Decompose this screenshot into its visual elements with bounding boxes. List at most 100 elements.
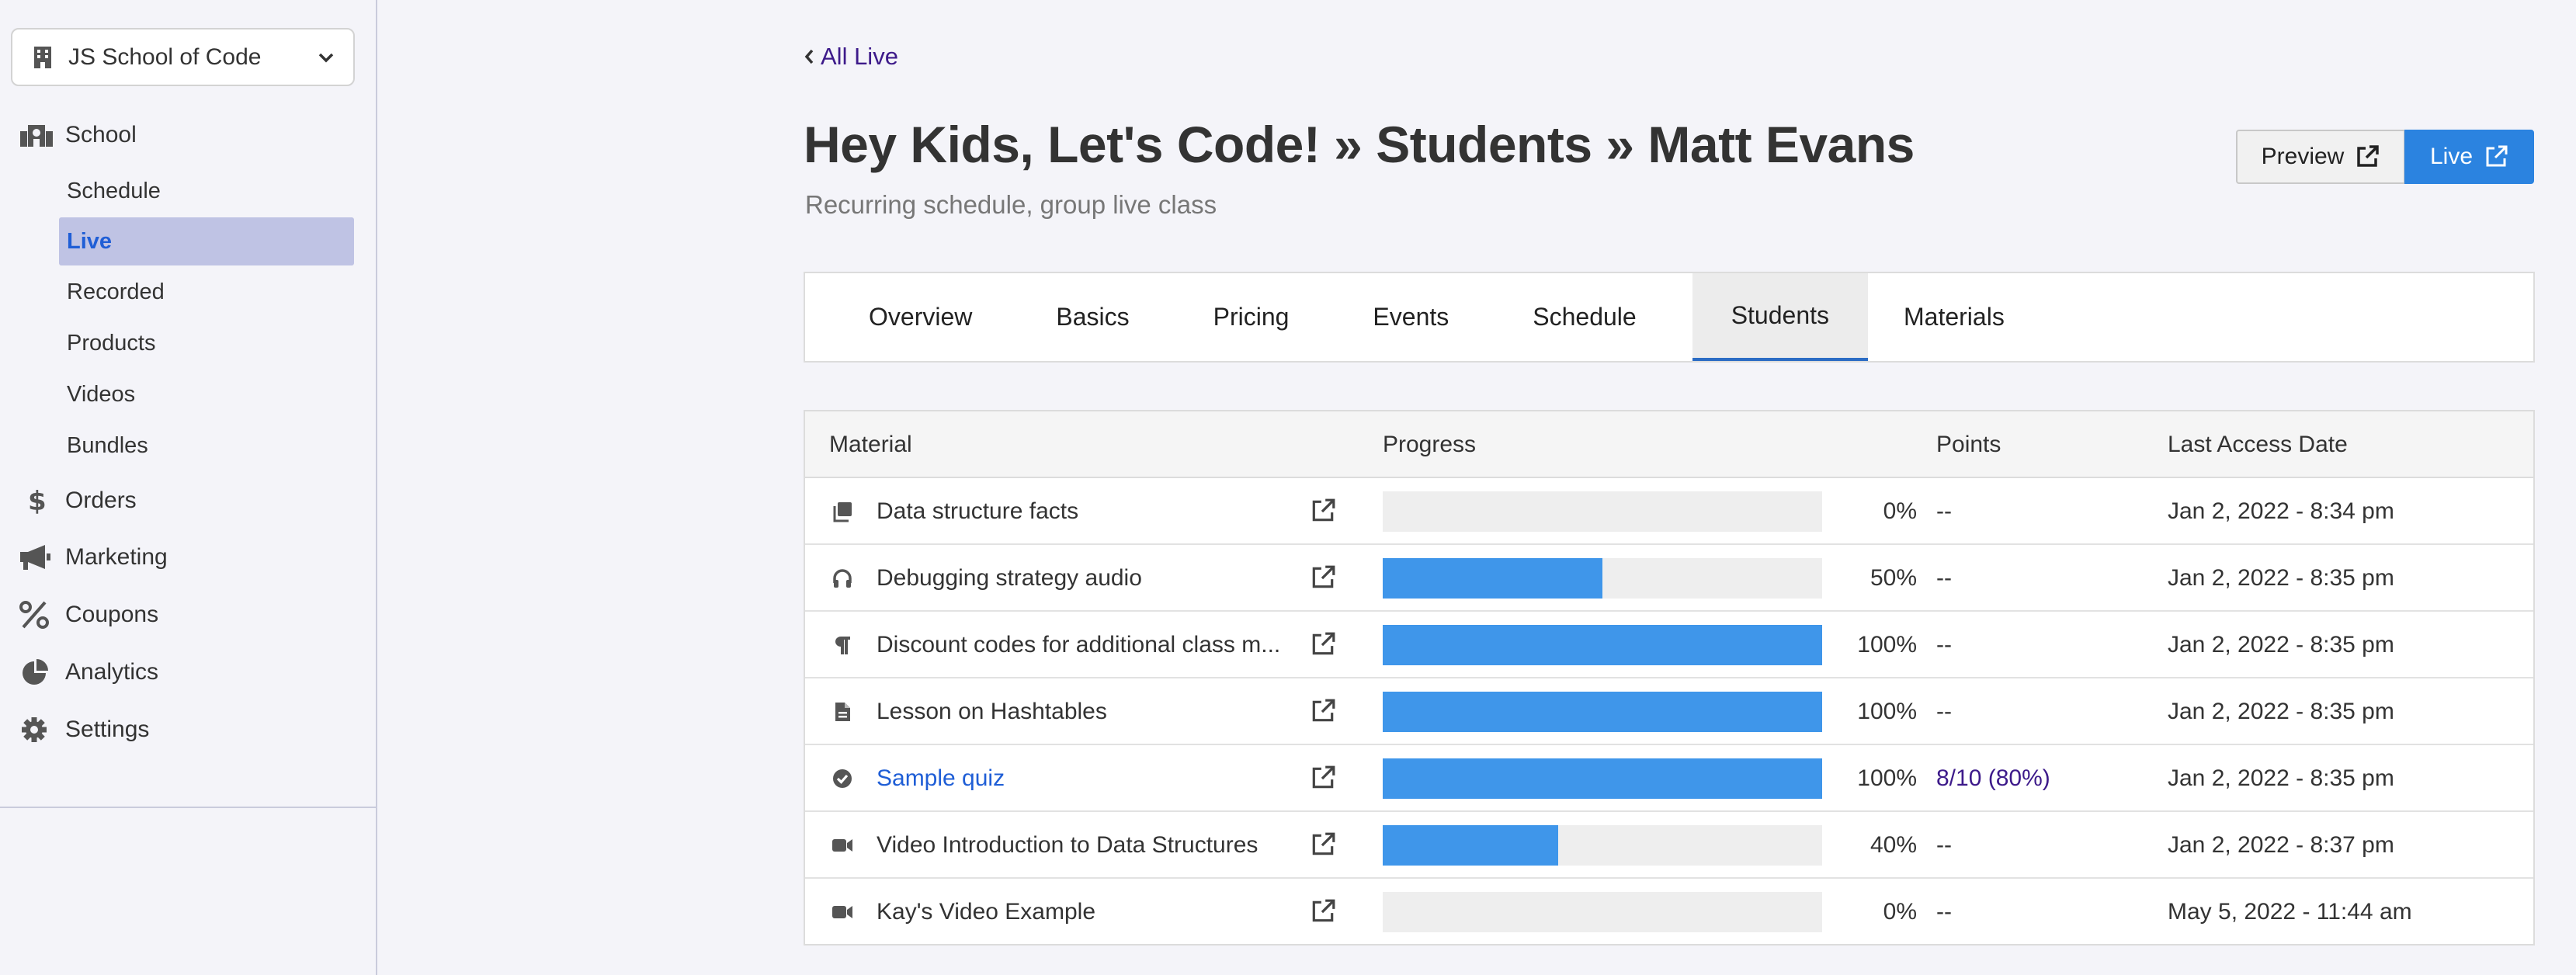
external-link-icon[interactable] <box>1310 631 1336 658</box>
building-icon <box>34 46 51 68</box>
external-link-icon[interactable] <box>1310 698 1336 724</box>
table-row: Video Introduction to Data Structures 40… <box>805 812 2533 879</box>
progress-bar <box>1383 491 1822 532</box>
table-row: Data structure facts 0% -- Jan 2, 2022 -… <box>805 478 2533 545</box>
external-link-icon <box>2357 145 2380 167</box>
points-value: -- <box>1936 899 1952 925</box>
nav-school[interactable]: School <box>19 121 137 149</box>
header-points: Points <box>1936 432 2001 457</box>
header-material: Material <box>829 432 912 457</box>
page-title: Hey Kids, Let's Code! » Students » Matt … <box>804 116 1915 173</box>
nav-settings[interactable]: Settings <box>19 716 149 744</box>
external-link-icon[interactable] <box>1310 564 1336 591</box>
table-row: Debugging strategy audio 50% -- Jan 2, 2… <box>805 545 2533 612</box>
material-name: Kay's Video Example <box>877 899 1095 925</box>
nav-marketing-label: Marketing <box>65 544 168 570</box>
nav-orders[interactable]: $ Orders <box>19 487 137 515</box>
headphones-icon <box>833 569 852 588</box>
nav-analytics-label: Analytics <box>65 659 159 685</box>
progress-percent: 0% <box>1883 498 1917 524</box>
materials-table: Material Progress Points Last Access Dat… <box>804 410 2535 946</box>
sidebar: JS School of Code School Schedule Live R… <box>0 0 377 975</box>
last-access-date: Jan 2, 2022 - 8:34 pm <box>2168 498 2394 524</box>
tab-schedule[interactable]: Schedule <box>1505 273 1664 361</box>
table-header: Material Progress Points Last Access Dat… <box>805 411 2533 478</box>
nav-coupons[interactable]: Coupons <box>19 601 158 629</box>
progress-percent: 50% <box>1870 565 1917 591</box>
school-selector[interactable]: JS School of Code <box>11 28 355 86</box>
material-name[interactable]: Sample quiz <box>877 745 1311 812</box>
sidebar-item-videos[interactable]: Videos <box>59 370 354 418</box>
chevron-left-icon <box>804 49 814 64</box>
last-access-date: Jan 2, 2022 - 8:37 pm <box>2168 832 2394 858</box>
progress-percent: 100% <box>1857 699 1917 724</box>
sidebar-item-schedule[interactable]: Schedule <box>59 167 354 215</box>
last-access-date: Jan 2, 2022 - 8:35 pm <box>2168 699 2394 724</box>
back-link[interactable]: All Live <box>804 43 898 71</box>
tab-materials[interactable]: Materials <box>1876 273 2033 361</box>
sidebar-item-recorded[interactable]: Recorded <box>59 268 354 316</box>
preview-button-label: Preview <box>2261 144 2345 169</box>
table-row: Kay's Video Example 0% -- May 5, 2022 - … <box>805 879 2533 946</box>
tab-pricing[interactable]: Pricing <box>1186 273 1318 361</box>
material-name: Discount codes for additional class m... <box>877 632 1281 658</box>
table-row: Discount codes for additional class m...… <box>805 612 2533 678</box>
points-value: 8/10 (80%) <box>1936 765 2050 791</box>
tab-overview[interactable]: Overview <box>841 273 1000 361</box>
progress-percent: 100% <box>1857 632 1917 658</box>
header-last-access: Last Access Date <box>2168 432 2348 457</box>
progress-bar <box>1383 692 1822 732</box>
live-button[interactable]: Live <box>2404 130 2534 184</box>
video-icon <box>832 839 852 852</box>
sidebar-item-bundles[interactable]: Bundles <box>59 422 354 470</box>
school-icon <box>20 125 53 147</box>
check-circle-icon <box>833 769 852 788</box>
nav-analytics[interactable]: Analytics <box>19 658 158 686</box>
progress-bar <box>1383 825 1822 866</box>
nav-school-label: School <box>65 122 137 147</box>
external-link-icon[interactable] <box>1310 831 1336 858</box>
pie-chart-icon <box>23 659 48 685</box>
gear-icon <box>22 717 47 742</box>
progress-bar-fill <box>1383 692 1822 732</box>
tab-basics[interactable]: Basics <box>1028 273 1157 361</box>
nav-orders-label: Orders <box>65 488 137 513</box>
percent-icon <box>19 601 49 629</box>
progress-bar-fill <box>1383 625 1822 665</box>
points-value: -- <box>1936 498 1952 524</box>
external-link-icon[interactable] <box>1310 765 1336 791</box>
last-access-date: May 5, 2022 - 11:44 am <box>2168 899 2412 925</box>
sidebar-item-live[interactable]: Live <box>59 217 354 265</box>
nav-coupons-label: Coupons <box>65 602 159 627</box>
tab-students[interactable]: Students <box>1692 273 1868 361</box>
table-body: Data structure facts 0% -- Jan 2, 2022 -… <box>805 478 2533 946</box>
chevron-down-icon <box>318 53 334 62</box>
points-value: -- <box>1936 832 1952 858</box>
last-access-date: Jan 2, 2022 - 8:35 pm <box>2168 632 2394 658</box>
progress-percent: 0% <box>1883 899 1917 925</box>
external-link-icon <box>2486 145 2508 167</box>
progress-bar-fill <box>1383 825 1559 866</box>
progress-percent: 100% <box>1857 765 1917 791</box>
preview-button[interactable]: Preview <box>2236 130 2405 184</box>
sidebar-item-products[interactable]: Products <box>59 319 354 367</box>
material-name: Debugging strategy audio <box>877 565 1142 591</box>
progress-bar-fill <box>1383 558 1602 599</box>
megaphone-icon <box>20 545 50 570</box>
paragraph-icon <box>835 637 850 654</box>
tab-events[interactable]: Events <box>1345 273 1477 361</box>
material-name: Data structure facts <box>877 498 1079 524</box>
school-name: JS School of Code <box>68 43 262 70</box>
dollar-icon: $ <box>28 487 47 515</box>
external-link-icon[interactable] <box>1310 498 1336 524</box>
page-subtitle: Recurring schedule, group live class <box>805 190 1217 219</box>
points-value: -- <box>1936 565 1952 591</box>
progress-bar <box>1383 625 1822 665</box>
copy-icon <box>833 502 852 522</box>
external-link-icon[interactable] <box>1310 898 1336 925</box>
last-access-date: Jan 2, 2022 - 8:35 pm <box>2168 565 2394 591</box>
live-button-label: Live <box>2429 144 2474 169</box>
material-name: Video Introduction to Data Structures <box>877 832 1258 858</box>
nav-marketing[interactable]: Marketing <box>19 543 168 571</box>
svg-text:$: $ <box>28 487 47 515</box>
